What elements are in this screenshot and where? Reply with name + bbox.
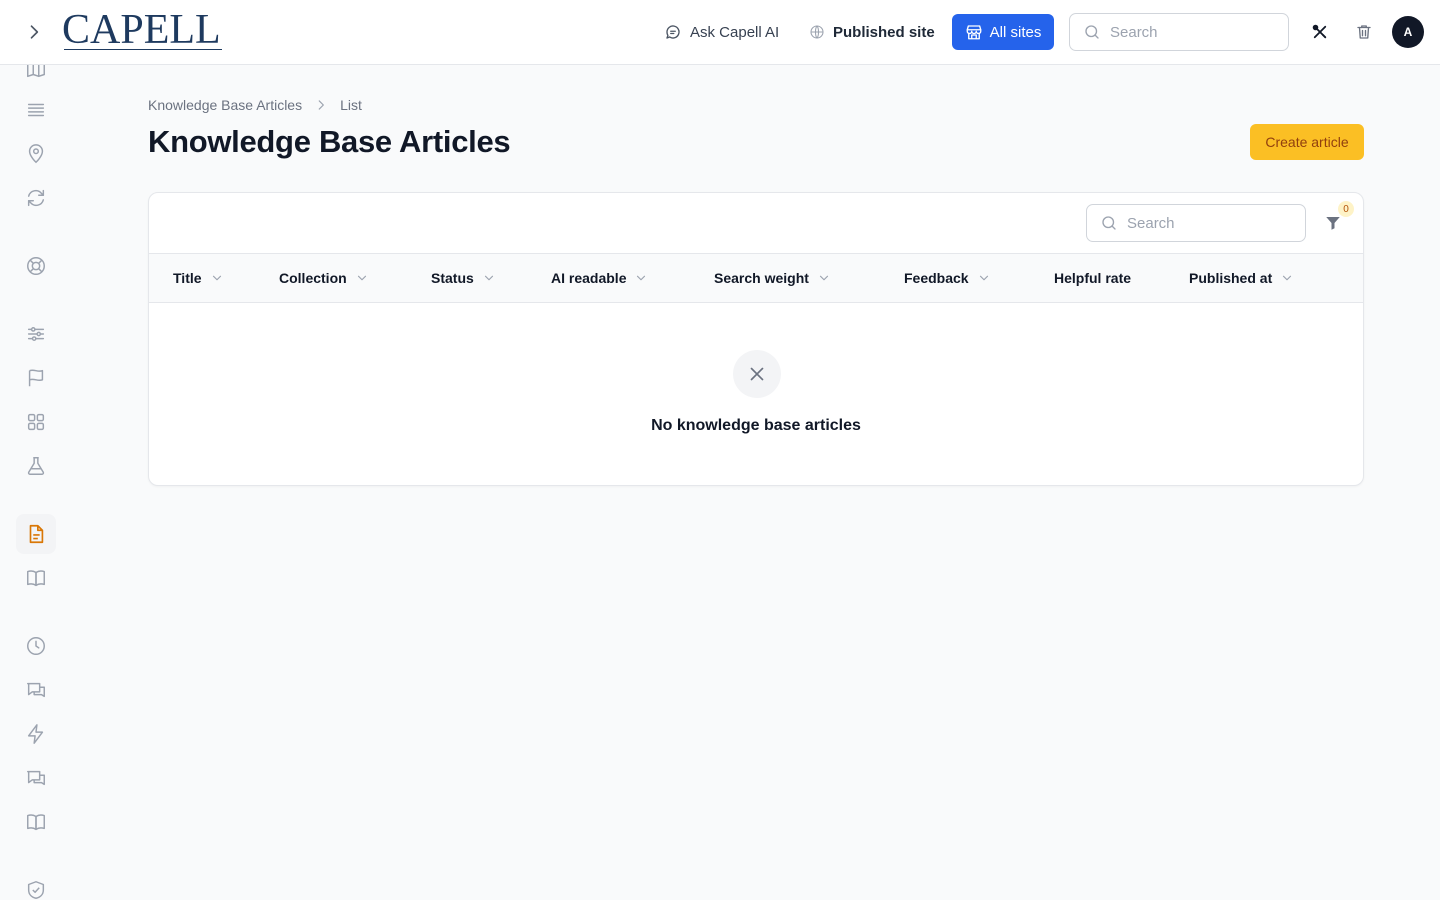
storefront-icon — [966, 25, 982, 40]
chevron-right-icon — [318, 100, 325, 110]
column-header-label: Feedback — [904, 270, 969, 286]
column-header-collection[interactable]: Collection — [279, 254, 369, 302]
globe-icon — [810, 25, 824, 39]
column-header-label: Published at — [1189, 270, 1273, 286]
search-icon — [1085, 25, 1099, 39]
sidebar-item-history[interactable] — [16, 626, 56, 666]
map-icon — [27, 65, 45, 78]
ask-ai-button[interactable]: Ask Capell AI — [664, 13, 779, 51]
logo[interactable]: CAPELL — [62, 7, 222, 53]
page-title: Knowledge Base Articles — [148, 124, 511, 159]
filter-count-badge: 0 — [1338, 201, 1354, 217]
column-header-label: Helpful rate — [1054, 270, 1132, 286]
document-icon — [29, 524, 44, 544]
chevron-down-icon — [979, 275, 988, 281]
logo-text: CAPELL — [62, 7, 221, 53]
empty-state: No knowledge base articles — [149, 303, 1363, 485]
column-header-feedback[interactable]: Feedback — [904, 254, 991, 302]
close-icon — [750, 367, 764, 381]
column-header-helpful-rate: Helpful rate — [1054, 254, 1131, 302]
sidebar-item-guides[interactable] — [16, 802, 56, 842]
column-header-label: Title — [173, 270, 202, 286]
chevron-down-icon — [819, 275, 829, 281]
sidebar-item-locations[interactable] — [16, 134, 56, 174]
column-header-status[interactable]: Status — [431, 254, 496, 302]
breadcrumb: Knowledge Base Articles List — [148, 97, 362, 113]
book-open-icon — [27, 814, 45, 831]
all-sites-label: All sites — [989, 23, 1042, 41]
flask-icon — [27, 457, 45, 475]
grid-icon — [27, 413, 45, 431]
tools-icon — [1312, 24, 1327, 39]
published-site-label: Published site — [833, 23, 935, 41]
sidebar-item-docs[interactable] — [16, 558, 56, 598]
lightning-icon — [27, 724, 44, 744]
sliders-icon — [27, 327, 45, 341]
column-header-label: Status — [431, 270, 474, 286]
sidebar-item-apps[interactable] — [16, 402, 56, 442]
column-header-title[interactable]: Title — [173, 254, 224, 302]
sidebar-item-security[interactable] — [16, 870, 56, 900]
create-article-button[interactable]: Create article — [1250, 124, 1364, 160]
user-avatar[interactable]: A — [1392, 16, 1424, 48]
chat-icon — [666, 25, 680, 39]
sidebar-item-settings[interactable] — [16, 314, 56, 354]
sidebar-item-experiments[interactable] — [16, 446, 56, 486]
sidebar-item-map[interactable] — [16, 65, 56, 89]
chat-bubbles-icon — [27, 682, 45, 698]
global-search[interactable] — [1069, 13, 1289, 51]
column-header-label: Collection — [279, 270, 347, 286]
sidebar-item-sync[interactable] — [16, 178, 56, 218]
column-header-ai-readable[interactable]: AI readable — [551, 254, 648, 302]
table-search-input[interactable] — [1127, 214, 1277, 232]
column-header-published-at[interactable]: Published at — [1189, 254, 1294, 302]
trash-button[interactable] — [1352, 20, 1376, 44]
logo-underline — [64, 49, 222, 50]
empty-state-icon-wrap — [733, 350, 781, 398]
list-icon — [27, 103, 45, 117]
chevron-right-icon — [30, 25, 39, 39]
table-header: Title Collection Status AI readable Sear… — [149, 253, 1363, 303]
lifebuoy-icon — [27, 257, 45, 275]
sidebar-item-automations[interactable] — [16, 714, 56, 754]
trash-icon — [1357, 25, 1371, 39]
sidebar-item-list[interactable] — [16, 90, 56, 130]
empty-state-text: No knowledge base articles — [651, 417, 861, 434]
shield-check-icon — [27, 881, 45, 899]
sidebar-item-messages[interactable] — [16, 758, 56, 798]
search-icon — [1102, 216, 1116, 230]
articles-table-card: 0 Title Collection Status AI readable Se… — [148, 192, 1364, 486]
tools-button[interactable] — [1308, 20, 1332, 44]
published-site-link[interactable]: Published site — [809, 13, 935, 51]
sidebar-item-support[interactable] — [16, 246, 56, 286]
sidebar-item-conversations[interactable] — [16, 670, 56, 710]
breadcrumb-item-knowledge-base-articles[interactable]: Knowledge Base Articles — [148, 97, 302, 113]
all-sites-button[interactable]: All sites — [952, 14, 1054, 50]
chevron-down-icon — [484, 275, 493, 281]
column-header-label: AI readable — [551, 270, 627, 286]
sidebar-item-knowledge-base-articles[interactable] — [16, 514, 56, 554]
location-pin-icon — [28, 144, 44, 164]
ask-ai-label: Ask Capell AI — [690, 23, 780, 41]
clock-icon — [27, 637, 45, 655]
chevron-down-icon — [357, 275, 366, 281]
sidebar — [0, 65, 64, 900]
filter-icon — [1326, 217, 1340, 230]
table-search[interactable] — [1086, 204, 1306, 242]
column-header-search-weight[interactable]: Search weight — [714, 254, 831, 302]
column-header-label: Search weight — [714, 270, 809, 286]
chat-bubbles-icon — [27, 770, 45, 786]
book-open-icon — [27, 570, 45, 587]
refresh-icon — [27, 189, 45, 207]
chevron-down-icon — [637, 275, 646, 281]
top-bar: CAPELL Ask Capell AI Published site All … — [0, 0, 1440, 65]
expand-sidebar-button[interactable] — [22, 20, 46, 44]
sidebar-item-flags[interactable] — [16, 358, 56, 398]
global-search-input[interactable] — [1110, 23, 1260, 41]
chevron-down-icon — [212, 275, 221, 281]
chevron-down-icon — [1283, 275, 1292, 281]
flag-icon — [28, 369, 44, 387]
breadcrumb-item-list: List — [340, 97, 362, 113]
